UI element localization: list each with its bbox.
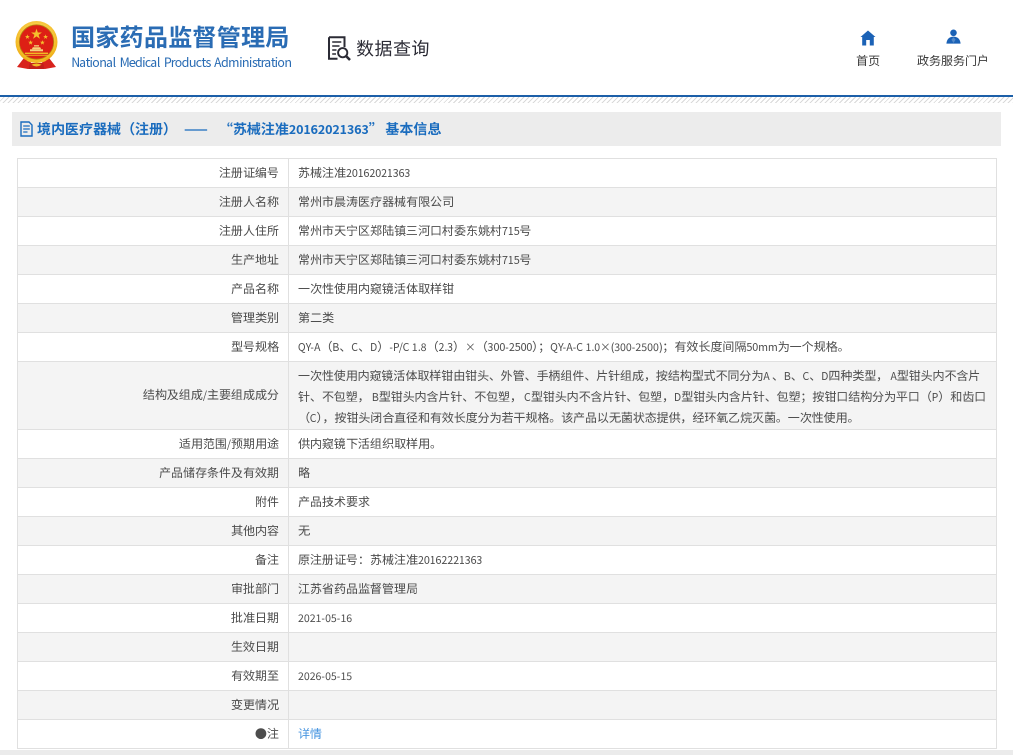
hatch-decoration-band bbox=[0, 97, 1013, 103]
org-name-cn: 国家药品监督管理局 bbox=[71, 18, 290, 53]
main-content: 境内医疗器械（注册） —— “苏械注准20162021363” 基本信息 注册证… bbox=[12, 112, 1001, 749]
field-value-cell: 原注册证号：苏械注准20162221363 bbox=[288, 545, 997, 575]
field-label-cell: 有效期至 bbox=[17, 661, 289, 691]
field-label-cell: 审批部门 bbox=[17, 574, 289, 604]
field-value-cell: 一次性使用内窥镜活体取样钳 bbox=[288, 274, 997, 304]
field-label-cell: ●注 bbox=[17, 719, 289, 749]
table-row: 其他内容无 bbox=[17, 516, 997, 546]
site-header: 国家药品监督管理局 National Medical Products Admi… bbox=[0, 0, 1013, 95]
field-value-cell bbox=[288, 632, 997, 662]
field-label-cell: 产品名称 bbox=[17, 274, 289, 304]
field-value-cell: 2026-05-15 bbox=[288, 661, 997, 691]
field-label-cell: 生效日期 bbox=[17, 632, 289, 662]
nav-home[interactable]: 首页 bbox=[856, 29, 880, 67]
table-row: 附件 产品技术要求 bbox=[17, 487, 997, 517]
table-row: 结构及组成/主要组成成分 一次性使用内窥镜活体取样钳由钳头、外管、手柄组件、片针组… bbox=[17, 361, 997, 430]
field-label-cell: 附件 bbox=[17, 487, 289, 517]
footer-strip bbox=[0, 750, 1013, 755]
page-title: “苏械注准20162021363” 基本信息 bbox=[218, 120, 442, 138]
breadcrumb-category[interactable]: 境内医疗器械（注册） bbox=[37, 119, 177, 139]
table-row: 生产地址 常州市天宁区郑陆镇三河口村委东姚村715号 bbox=[17, 245, 997, 275]
field-label-cell: 变更情况 bbox=[17, 690, 289, 720]
field-value-cell: 江苏省药品监督管理局 bbox=[288, 574, 997, 604]
table-row: 管理类别 第二类 bbox=[17, 303, 997, 333]
field-value-cell: 常州市晨涛医疗器械有限公司 bbox=[288, 187, 997, 217]
brand-text: 国家药品监督管理局 National Medical Products Admi… bbox=[71, 18, 292, 71]
document-icon bbox=[20, 121, 33, 137]
field-label-cell: 注册人住所 bbox=[17, 216, 289, 246]
table-row: 型号规格 QY-A（B、C、D）-P/C 1.8（2.3）×（300-2500）；… bbox=[17, 332, 997, 362]
field-label-cell: 注册证编号 bbox=[17, 158, 289, 188]
field-value-cell: 2021-05-16 bbox=[288, 603, 997, 633]
field-value-cell: 产品技术要求 bbox=[288, 487, 997, 517]
field-value-cell: 第二类 bbox=[288, 303, 997, 333]
field-value-cell: 常州市天宁区郑陆镇三河口村委东姚村715号 bbox=[288, 216, 997, 246]
registration-table-body: 注册证编号 苏械注准20162021363 注册人名称 常州市晨涛医疗器械有限公司 注册… bbox=[17, 158, 997, 749]
home-icon bbox=[856, 29, 880, 46]
data-query-label: 数据查询 bbox=[356, 35, 430, 61]
field-label-cell: 产品储存条件及有效期 bbox=[17, 458, 289, 488]
table-row: 产品名称 一次性使用内窥镜活体取样钳 bbox=[17, 274, 997, 304]
field-value-cell bbox=[288, 690, 997, 720]
field-value-cell: 供内窥镜下活组织取样用。 bbox=[288, 429, 997, 459]
table-row: 适用范围/预期用途 供内窥镜下活组织取样用。 bbox=[17, 429, 997, 459]
table-row: 生效日期 bbox=[17, 632, 997, 662]
field-value-cell: QY-A（B、C、D）-P/C 1.8（2.3）×（300-2500）；QY-A… bbox=[288, 332, 997, 362]
table-row: 备注 原注册证号：苏械注准20162221363 bbox=[17, 545, 997, 575]
field-value-cell: 苏械注准20162021363 bbox=[288, 158, 997, 188]
org-name-en: National Medical Products Administration bbox=[71, 52, 292, 71]
field-label-cell: 管理类别 bbox=[17, 303, 289, 333]
table-row: 注册人名称 常州市晨涛医疗器械有限公司 bbox=[17, 187, 997, 217]
field-label-cell: 其他内容 bbox=[17, 516, 289, 546]
field-label-cell: 备注 bbox=[17, 545, 289, 575]
field-label-cell: 注册人名称 bbox=[17, 187, 289, 217]
table-row: ●注 详情 bbox=[17, 719, 997, 749]
breadcrumb: 境内医疗器械（注册） —— “苏械注准20162021363” 基本信息 bbox=[12, 112, 1001, 146]
field-label-cell: 生产地址 bbox=[17, 245, 289, 275]
field-value-cell: 无 bbox=[288, 516, 997, 546]
nav-portal-label: 政务服务门户 bbox=[916, 52, 990, 69]
data-query-section[interactable]: 数据查询 bbox=[324, 34, 430, 62]
nav-portal[interactable]: 政务服务门户 bbox=[917, 29, 989, 67]
data-query-icon bbox=[328, 36, 351, 61]
table-row: 审批部门 江苏省药品监督管理局 bbox=[17, 574, 997, 604]
nav-home-label: 首页 bbox=[855, 52, 881, 69]
detail-link[interactable]: 详情 bbox=[298, 727, 322, 742]
field-label-cell: 型号规格 bbox=[17, 332, 289, 362]
registration-detail: 注册证编号 苏械注准20162021363 注册人名称 常州市晨涛医疗器械有限公司 注册… bbox=[17, 158, 997, 749]
field-label-cell: 适用范围/预期用途 bbox=[17, 429, 289, 459]
table-row: 产品储存条件及有效期略 bbox=[17, 458, 997, 488]
table-row: 注册人住所 常州市天宁区郑陆镇三河口村委东姚村715号 bbox=[17, 216, 997, 246]
field-value-cell: 略 bbox=[288, 458, 997, 488]
registration-table: 注册证编号 苏械注准20162021363 注册人名称 常州市晨涛医疗器械有限公司 注册… bbox=[17, 158, 997, 749]
table-row: 注册证编号 苏械注准20162021363 bbox=[17, 158, 997, 188]
table-row: 变更情况 bbox=[17, 690, 997, 720]
field-value-cell: 一次性使用内窥镜活体取样钳由钳头、外管、手柄组件、片针组成，按结构型式不同分为A… bbox=[288, 361, 997, 430]
national-emblem-logo bbox=[15, 21, 58, 69]
table-row: 批准日期 2021-05-16 bbox=[17, 603, 997, 633]
user-icon bbox=[917, 29, 989, 46]
field-label-cell: 结构及组成/主要组成成分 bbox=[17, 361, 289, 430]
breadcrumb-separator: —— bbox=[184, 120, 208, 138]
field-value-cell: 详情 bbox=[288, 719, 997, 749]
field-label-cell: 批准日期 bbox=[17, 603, 289, 633]
table-row: 有效期至 2026-05-15 bbox=[17, 661, 997, 691]
field-value-cell: 常州市天宁区郑陆镇三河口村委东姚村715号 bbox=[288, 245, 997, 275]
